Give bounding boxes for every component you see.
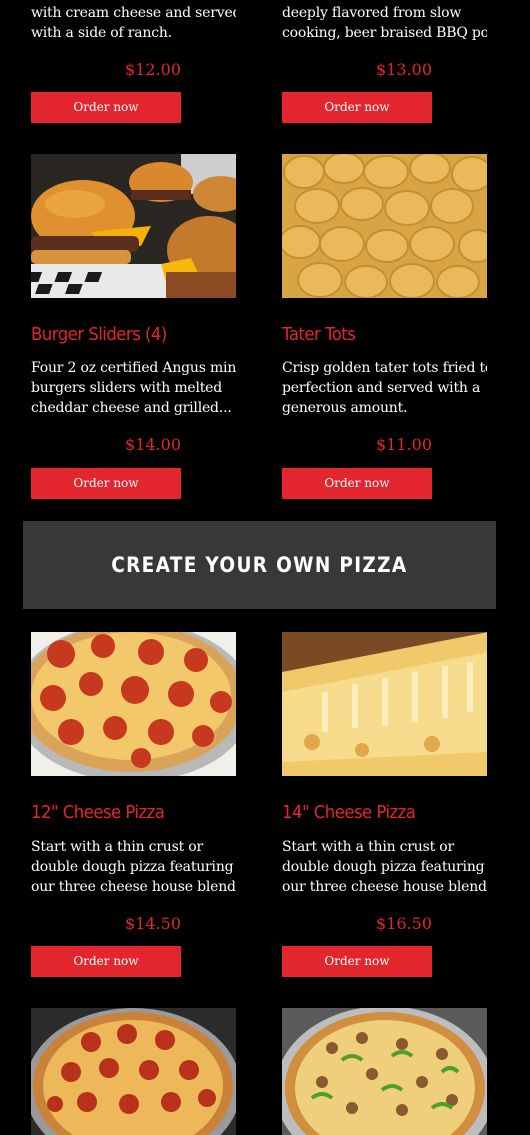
description-line: Crisp golden tater tots fried to (282, 360, 487, 376)
description-line: with cream cheese and served (31, 5, 236, 21)
order-now-button[interactable]: Order now (31, 92, 181, 123)
description-line: with a side of ranch. (31, 25, 172, 41)
item-title[interactable]: 12" Cheese Pizza (31, 802, 165, 823)
pepperoni-pizza-image (31, 1008, 236, 1135)
description-line: generous amount. (282, 400, 408, 416)
description-line: cheddar cheese and grilled... (31, 400, 232, 416)
description-line: double dough pizza featuring (282, 859, 485, 875)
order-now-button[interactable]: Order now (282, 92, 432, 123)
item-description: Start with a thin crust or double dough … (282, 837, 487, 897)
description-line: Four 2 oz certified Angus mini (31, 360, 236, 376)
order-now-button[interactable]: Order now (282, 468, 432, 499)
description-line: deeply flavored from slow (282, 5, 462, 21)
item-price: $16.50 (376, 914, 432, 933)
tater-tots-image (282, 154, 487, 298)
description-line: perfection and served with a (282, 380, 481, 396)
item-price: $13.00 (376, 60, 432, 79)
description-line: our three cheese house blend... (282, 879, 487, 895)
item-title[interactable]: Burger Sliders (4) (31, 324, 167, 345)
sausage-pepper-pizza-image (282, 1008, 487, 1135)
description-line: burgers sliders with melted (31, 380, 223, 396)
section-title: CREATE YOUR OWN PIZZA (111, 553, 408, 577)
description-line: Start with a thin crust or (282, 839, 455, 855)
description-line: our three cheese house blend... (31, 879, 236, 895)
item-title[interactable]: Tater Tots (282, 324, 356, 345)
item-description: Start with a thin crust or double dough … (31, 837, 236, 897)
order-now-button[interactable]: Order now (31, 468, 181, 499)
item-description: Four 2 oz certified Angus mini burgers s… (31, 358, 236, 418)
item-title[interactable]: 14" Cheese Pizza (282, 802, 416, 823)
burger-sliders-image (31, 154, 236, 298)
item-description: Crisp golden tater tots fried to perfect… (282, 358, 487, 418)
order-now-button[interactable]: Order now (31, 946, 181, 977)
order-now-button[interactable]: Order now (282, 946, 432, 977)
item-price: $11.00 (376, 435, 432, 454)
item-price: $14.00 (125, 435, 181, 454)
item-price: $12.00 (125, 60, 181, 79)
pepperoni-pizza-image (31, 632, 236, 776)
description-line: double dough pizza featuring (31, 859, 234, 875)
description-line: Start with a thin crust or (31, 839, 204, 855)
description-line: cooking, beer braised BBQ por... (282, 25, 487, 41)
item-description: with cream cheese and served with a side… (31, 3, 236, 43)
section-banner: CREATE YOUR OWN PIZZA (23, 521, 496, 609)
item-price: $14.50 (125, 914, 181, 933)
cheese-pizza-slice-image (282, 632, 487, 776)
item-description: deeply flavored from slow cooking, beer … (282, 3, 487, 43)
